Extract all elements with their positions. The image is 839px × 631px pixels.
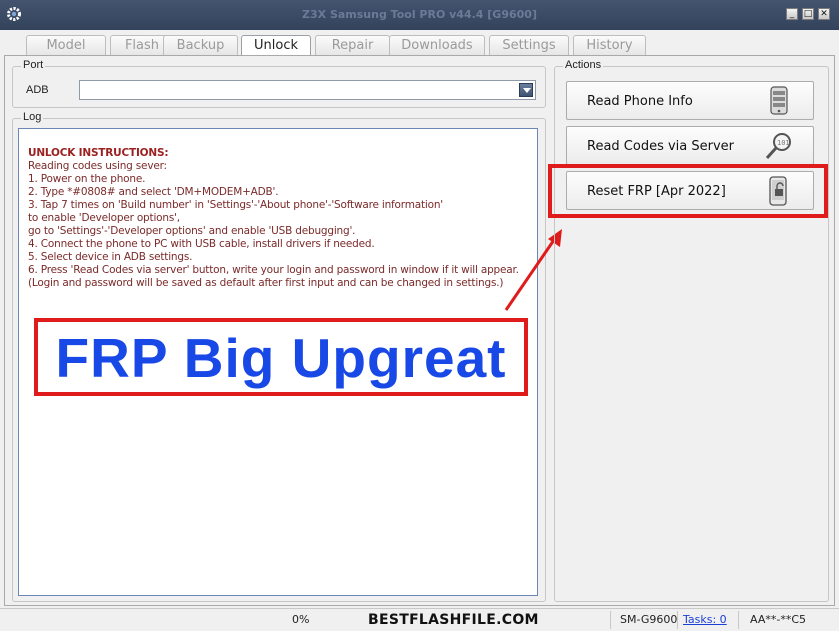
log-line: 6. Press 'Read Codes via server' button,…	[28, 264, 519, 276]
tab-unlock[interactable]: Unlock	[241, 35, 311, 56]
log-line: to enable 'Developer options',	[28, 212, 180, 224]
promo-text: FRP Big Upgreat	[55, 327, 507, 389]
title-bar: Z3X Samsung Tool PRO v44.4 [G9600] _ □ ✕	[0, 0, 839, 30]
log-line: 2. Type *#0808# and select 'DM+MODEM+ADB…	[28, 186, 279, 198]
read-phone-info-label: Read Phone Info	[587, 94, 693, 109]
read-codes-server-label: Read Codes via Server	[587, 139, 735, 154]
log-line: 4. Connect the phone to PC with USB cabl…	[28, 238, 375, 250]
watermark: BESTFLASHFILE.COM	[368, 612, 539, 628]
log-line: Reading codes using sever:	[28, 160, 167, 172]
code-text: AA**-**C5	[750, 613, 807, 626]
actions-group-title: Actions	[563, 59, 604, 71]
log-line: UNLOCK INSTRUCTIONS:	[28, 147, 169, 159]
progress-text: 0%	[292, 613, 310, 626]
port-group-title: Port	[21, 59, 46, 71]
status-divider	[610, 611, 611, 629]
tab-downloads[interactable]: Downloads	[389, 35, 485, 55]
tab-settings[interactable]: Settings	[489, 35, 569, 55]
log-line: 3. Tap 7 times on 'Build number' in 'Set…	[28, 199, 443, 211]
adb-port-select[interactable]	[79, 80, 536, 100]
magnifier-code-icon: 101	[765, 133, 791, 160]
status-divider	[677, 611, 678, 629]
maximize-button[interactable]: □	[802, 8, 814, 20]
adb-label: ADB	[26, 84, 49, 96]
tasks-link[interactable]: Tasks: 0	[683, 613, 727, 626]
tab-history[interactable]: History	[573, 35, 646, 55]
highlight-frame	[548, 164, 828, 218]
log-line: 1. Power on the phone.	[28, 173, 146, 185]
log-line: (Login and password will be saved as def…	[28, 277, 504, 289]
log-line: 5. Select device in ADB settings.	[28, 251, 193, 263]
close-button[interactable]: ✕	[818, 8, 830, 20]
read-phone-info-button[interactable]: Read Phone Info	[566, 81, 814, 120]
chevron-down-icon[interactable]	[519, 83, 533, 97]
promo-banner: FRP Big Upgreat	[34, 318, 528, 396]
tab-model[interactable]: Model	[26, 35, 106, 55]
log-group-title: Log	[21, 111, 44, 123]
tab-repair[interactable]: Repair	[315, 35, 390, 55]
read-codes-server-button[interactable]: Read Codes via Server 101	[566, 126, 814, 165]
minimize-button[interactable]: _	[786, 8, 798, 20]
window-title: Z3X Samsung Tool PRO v44.4 [G9600]	[302, 8, 537, 21]
main-window: Z3X Samsung Tool PRO v44.4 [G9600] _ □ ✕…	[0, 0, 839, 631]
log-line: go to 'Settings'-'Developer options' and…	[28, 225, 356, 237]
phone-info-icon	[770, 86, 788, 115]
model-text: SM-G9600	[620, 613, 678, 626]
svg-text:101: 101	[777, 139, 790, 147]
tab-backup[interactable]: Backup	[163, 35, 238, 55]
status-divider	[738, 611, 739, 629]
